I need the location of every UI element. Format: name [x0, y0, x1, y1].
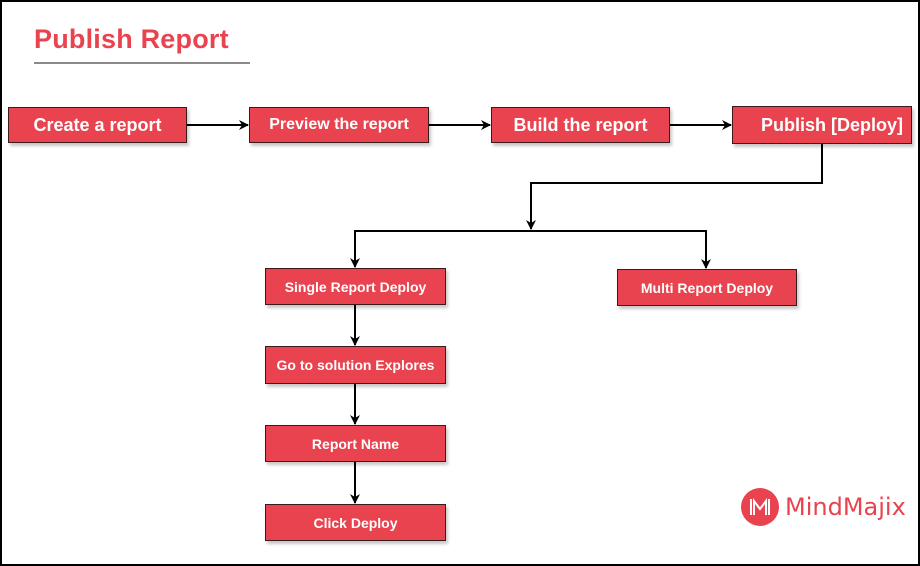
node-report-name[interactable]: Report Name: [265, 425, 446, 462]
node-single-report-deploy[interactable]: Single Report Deploy: [265, 268, 446, 305]
node-preview-report[interactable]: Preview the report: [249, 107, 429, 143]
mindmajix-logo: MindMajix: [741, 488, 906, 526]
page-title: Publish Report: [34, 24, 229, 54]
logo-text: MindMajix: [785, 493, 906, 521]
mindmajix-logo-icon: [741, 488, 779, 526]
node-multi-report-deploy[interactable]: Multi Report Deploy: [617, 269, 797, 306]
node-create-report[interactable]: Create a report: [8, 107, 187, 143]
node-go-to-solution-explores[interactable]: Go to solution Explores: [265, 346, 446, 384]
node-publish-deploy[interactable]: Publish [Deploy]: [732, 106, 912, 144]
node-click-deploy[interactable]: Click Deploy: [265, 504, 446, 541]
node-build-report[interactable]: Build the report: [491, 107, 670, 143]
title-underline: [34, 62, 250, 64]
